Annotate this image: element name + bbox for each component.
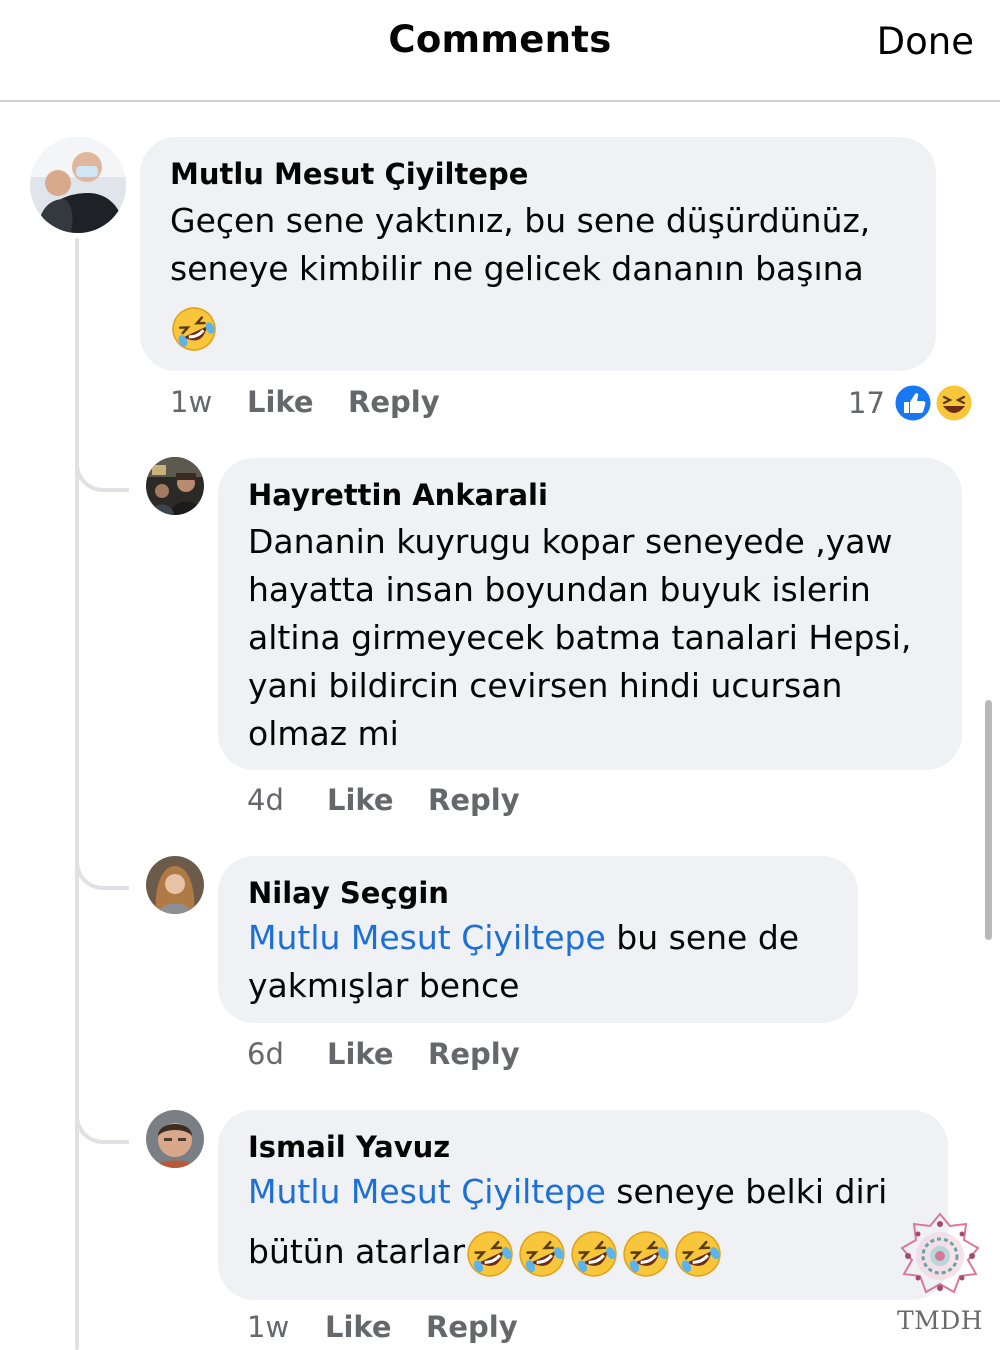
comment-time: 1w: [170, 385, 213, 419]
reply-button[interactable]: Reply: [428, 783, 520, 817]
comment-text-line: yakmışlar bence: [248, 966, 520, 1005]
rolling-laughing-emoji-icon: [467, 1230, 513, 1277]
thread-branch: [75, 452, 129, 492]
comment-text-line: bütün atarlar: [248, 1228, 723, 1279]
watermark-logo: TMDH: [888, 1210, 992, 1350]
rolling-laughing-emoji-icon: [623, 1230, 669, 1277]
emoji-row: [465, 1230, 723, 1277]
like-button[interactable]: Like: [325, 1310, 392, 1344]
comment-text-line: Geçen sene yaktınız, bu sene düşürdünüz,: [170, 201, 871, 240]
comment-author[interactable]: Mutlu Mesut Çiyiltepe: [170, 157, 528, 191]
comment-text: bu sene de: [605, 918, 800, 957]
scrollbar[interactable]: [985, 700, 992, 940]
thread-branch: [75, 1104, 129, 1144]
comment-text-line: olmaz mi: [248, 714, 399, 753]
comment-author[interactable]: Hayrettin Ankarali: [248, 478, 548, 512]
comment-time: 4d: [247, 783, 284, 817]
comment-bubble[interactable]: Nilay Seçgin Mutlu Mesut Çiyiltepe bu se…: [218, 856, 858, 1023]
avatar-photo: [146, 1110, 204, 1168]
comment-author[interactable]: Ismail Yavuz: [248, 1130, 450, 1164]
avatar[interactable]: [146, 457, 204, 515]
mention-link[interactable]: Mutlu Mesut Çiyiltepe: [248, 918, 606, 957]
comment-text-line: Dananin kuyrugu kopar seneyede ,yaw: [248, 522, 893, 561]
watermark-text: TMDH: [896, 1306, 984, 1335]
reply-button[interactable]: Reply: [348, 385, 440, 419]
comment-bubble[interactable]: Mutlu Mesut Çiyiltepe Geçen sene yaktını…: [140, 137, 936, 371]
comment-text: seneye belki diri: [605, 1172, 888, 1211]
avatar[interactable]: [146, 1110, 204, 1168]
avatar-photo: [30, 137, 126, 233]
reply-button[interactable]: Reply: [428, 1037, 520, 1071]
rolling-laughing-emoji-icon: [571, 1230, 617, 1277]
like-laugh-reaction-icon: [892, 382, 972, 424]
comment-text-line: altina girmeyecek batma tanalari Hepsi,: [248, 618, 912, 657]
comment-text-line: Mutlu Mesut Çiyiltepe seneye belki diri: [248, 1168, 887, 1216]
ornament-logo-icon: [900, 1212, 980, 1294]
rolling-laughing-emoji-icon: [172, 307, 216, 351]
comment-time: 1w: [247, 1310, 290, 1344]
thread-branch: [75, 850, 129, 890]
page-title: Comments: [388, 18, 612, 61]
comments-header: Comments Done: [0, 0, 1000, 102]
rolling-laughing-emoji-icon: [519, 1230, 565, 1277]
avatar-photo: [146, 856, 204, 914]
comment-text-line: hayatta insan boyundan buyuk islerin: [248, 570, 871, 609]
comment-text-line: seneye kimbilir ne gelicek dananın başın…: [170, 249, 864, 288]
avatar-photo: [146, 457, 204, 515]
comment-time: 6d: [247, 1037, 284, 1071]
thread-line: [75, 238, 79, 1350]
mention-link[interactable]: Mutlu Mesut Çiyiltepe: [248, 1172, 606, 1211]
rolling-laughing-emoji-icon: [675, 1230, 721, 1277]
reaction-count: 17: [848, 386, 885, 420]
like-button[interactable]: Like: [327, 783, 394, 817]
avatar[interactable]: [30, 137, 126, 233]
like-button[interactable]: Like: [327, 1037, 394, 1071]
comment-bubble[interactable]: Hayrettin Ankarali Dananin kuyrugu kopar…: [218, 458, 962, 770]
reply-button[interactable]: Reply: [426, 1310, 518, 1344]
comment-author[interactable]: Nilay Seçgin: [248, 876, 449, 910]
comment-text-line: Mutlu Mesut Çiyiltepe bu sene de: [248, 914, 799, 962]
comment-text: bütün atarlar: [248, 1232, 466, 1271]
avatar[interactable]: [146, 856, 204, 914]
comment-text-line: yani bildircin cevirsen hindi ucursan: [248, 666, 843, 705]
like-button[interactable]: Like: [247, 385, 314, 419]
done-button[interactable]: Done: [877, 20, 974, 63]
comment-bubble[interactable]: Ismail Yavuz Mutlu Mesut Çiyiltepe seney…: [218, 1110, 948, 1300]
